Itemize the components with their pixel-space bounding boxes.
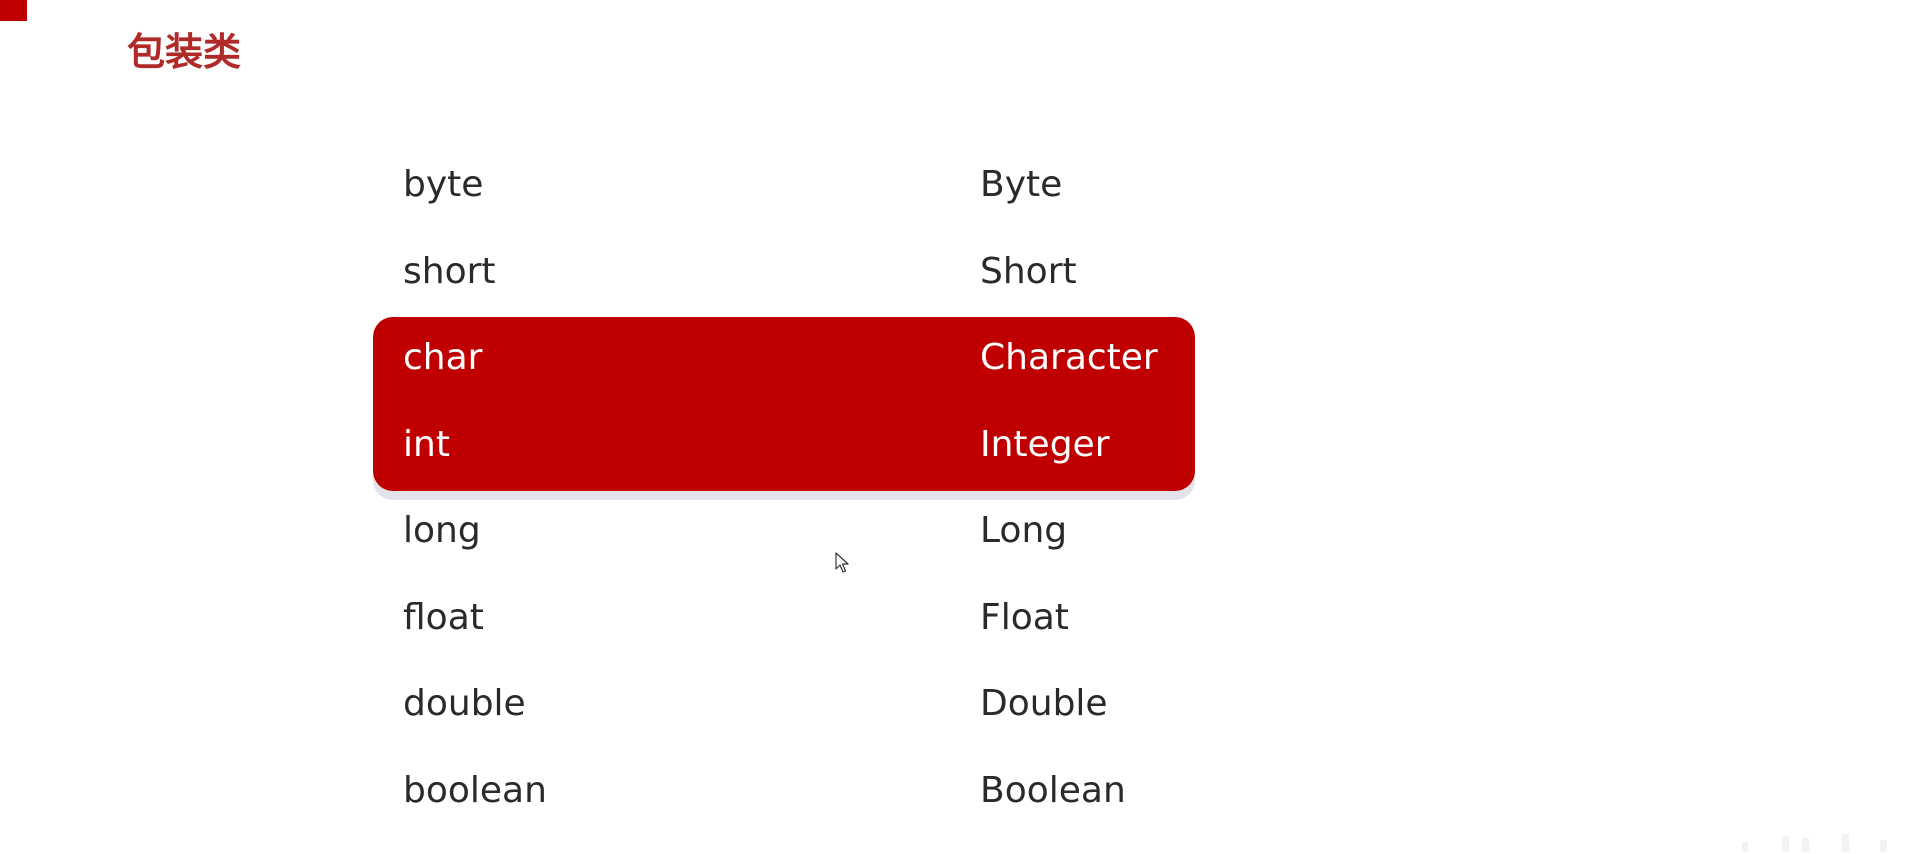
- wrapper-class-cell: Float: [980, 596, 1069, 638]
- primitive-type-cell: float: [403, 596, 484, 638]
- corner-accent-mark: [0, 0, 27, 21]
- table-row: short Short: [373, 229, 1195, 316]
- table-row: long Long: [373, 488, 1195, 575]
- table-row: float Float: [373, 575, 1195, 662]
- primitive-type-cell: int: [403, 423, 450, 465]
- page-title: 包装类: [127, 30, 242, 74]
- wrapper-class-cell: Long: [980, 510, 1068, 551]
- wrapper-class-cell: Short: [980, 250, 1077, 292]
- primitive-type-cell: char: [403, 337, 483, 378]
- primitive-type-cell: boolean: [403, 769, 547, 811]
- table-row: byte Byte: [373, 142, 1195, 229]
- mouse-cursor-icon: [835, 552, 849, 573]
- primitive-type-cell: byte: [403, 164, 484, 205]
- wrapper-class-cell: Double: [980, 683, 1108, 724]
- primitive-type-cell: double: [403, 683, 526, 724]
- wrapper-class-cell: Byte: [980, 164, 1063, 205]
- watermark-mark: [1742, 834, 1887, 852]
- wrapper-class-cell: Character: [980, 337, 1158, 378]
- table-row: int Integer: [373, 402, 1195, 489]
- table-row: char Character: [373, 315, 1195, 402]
- primitive-type-cell: short: [403, 250, 496, 292]
- primitive-type-cell: long: [403, 510, 481, 551]
- wrapper-class-cell: Integer: [980, 423, 1110, 465]
- wrapper-class-cell: Boolean: [980, 769, 1126, 811]
- type-table: byte Byte short Short char Character int…: [373, 142, 1195, 834]
- table-row: double Double: [373, 661, 1195, 748]
- table-row: boolean Boolean: [373, 748, 1195, 835]
